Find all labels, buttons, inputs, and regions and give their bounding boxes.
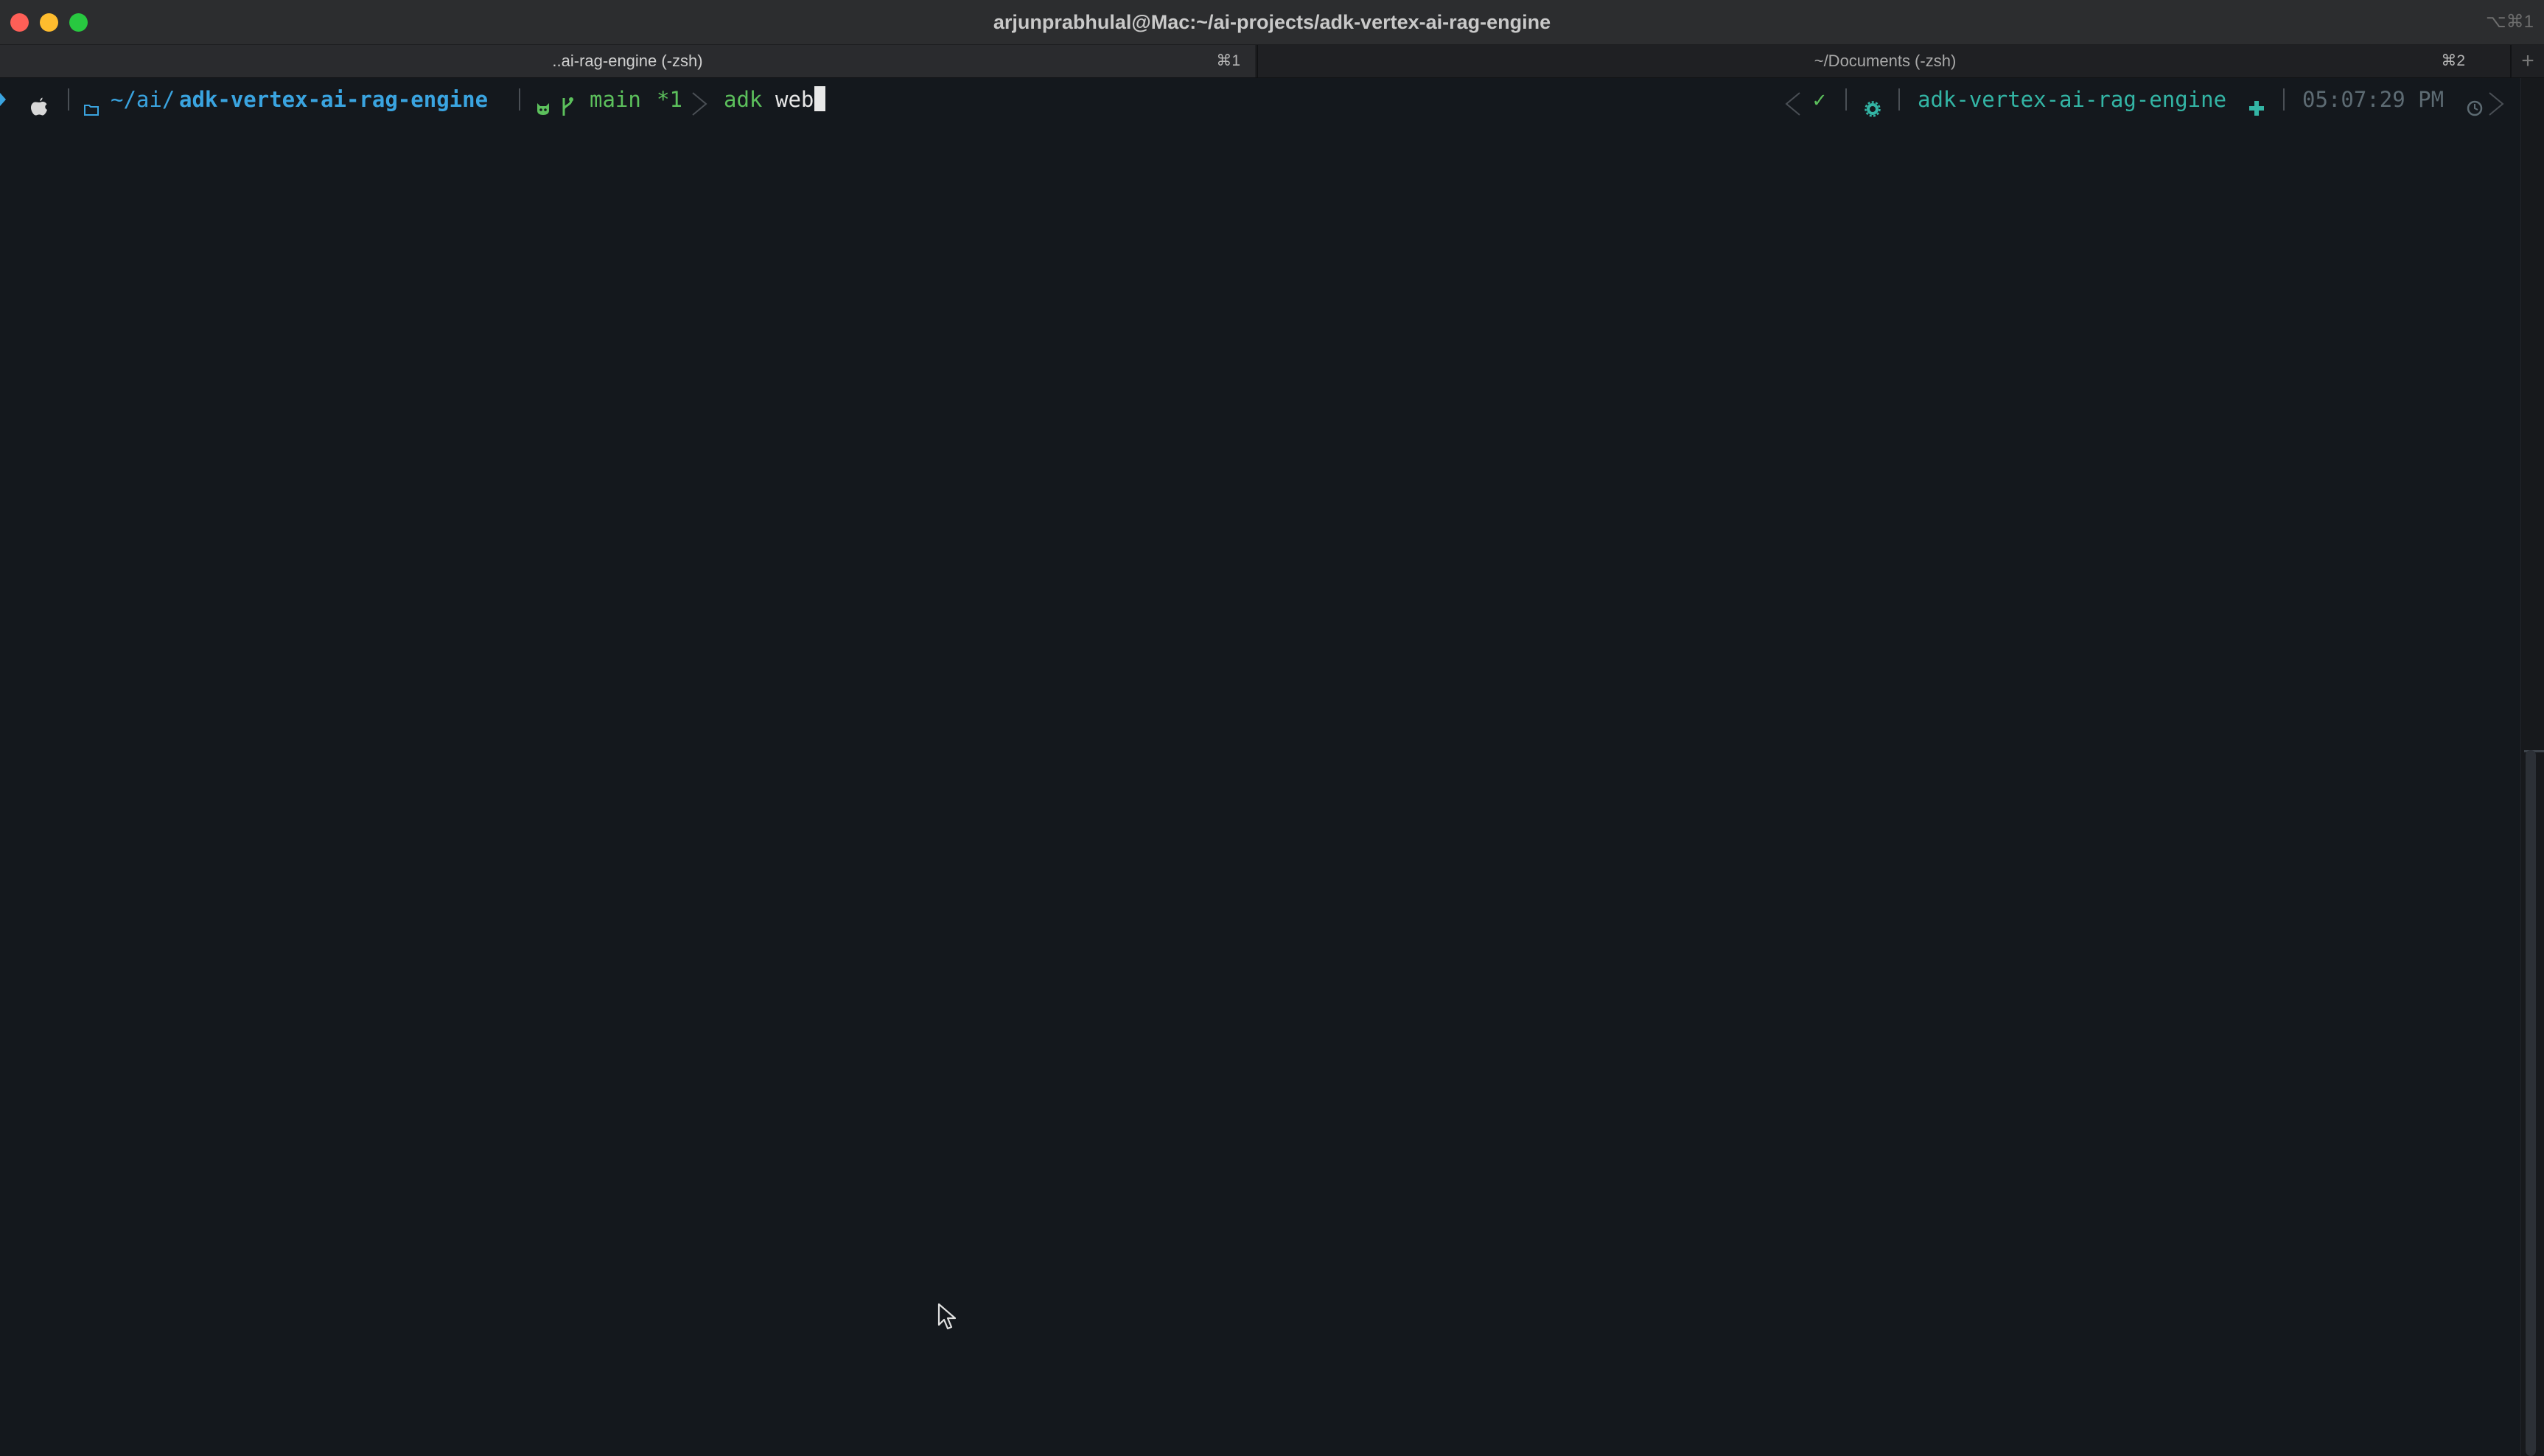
tab-rag-engine[interactable]: ..ai-rag-engine (-zsh) ⌘1 — [0, 45, 1255, 77]
tab-bar: ..ai-rag-engine (-zsh) ⌘1 ~/Documents (-… — [0, 45, 2544, 78]
clock-icon — [2467, 100, 2483, 116]
command-name: adk — [724, 87, 763, 112]
prompt-time: 05:07:29 PM — [2302, 87, 2445, 112]
title-bar[interactable]: arjunprabhulal@Mac:~/ai-projects/adk-ver… — [0, 0, 2544, 45]
segment-chevron-icon — [692, 92, 707, 116]
command-arg: web — [775, 87, 814, 112]
virtualenv-name: adk-vertex-ai-rag-engine — [1918, 87, 2227, 112]
command-input[interactable]: web — [775, 83, 826, 116]
window-shortcut: ⌥⌘1 — [2485, 12, 2534, 32]
new-tab-button[interactable]: + — [2510, 45, 2544, 77]
apple-icon — [31, 97, 47, 116]
terminal-content[interactable]: ~/ai/ adk-vertex-ai-rag-engine main *1 a… — [0, 78, 2520, 1456]
scrollbar-thumb[interactable] — [2526, 750, 2536, 1456]
segment-divider — [1898, 88, 1900, 111]
tab-label: ..ai-rag-engine (-zsh) — [552, 52, 703, 70]
tab-documents[interactable]: ~/Documents (-zsh) ⌘2 — [1257, 45, 2512, 77]
git-branch-icon — [562, 97, 573, 116]
gear-icon — [1865, 101, 1881, 117]
python-icon — [2249, 101, 2264, 116]
segment-chevron-icon — [2489, 92, 2504, 116]
git-branch: main — [590, 87, 641, 112]
folder-icon — [84, 105, 99, 116]
git-status: *1 — [657, 87, 682, 112]
prompt-start-marker-icon — [0, 93, 6, 106]
github-icon — [537, 103, 549, 115]
segment-divider — [1845, 88, 1847, 111]
text-cursor — [814, 86, 826, 111]
dir-name: adk-vertex-ai-rag-engine — [179, 87, 489, 112]
segment-chevron-left-icon — [1785, 92, 1800, 116]
window-title: arjunprabhulal@Mac:~/ai-projects/adk-ver… — [993, 11, 1551, 33]
tab-label: ~/Documents (-zsh) — [1814, 52, 1957, 70]
terminal-window: arjunprabhulal@Mac:~/ai-projects/adk-ver… — [0, 0, 2544, 1456]
tab-shortcut: ⌘2 — [2441, 52, 2465, 69]
mouse-pointer-icon — [937, 1303, 957, 1330]
status-ok-icon: ✓ — [1813, 87, 1826, 112]
segment-divider — [2283, 88, 2285, 111]
segment-divider — [519, 88, 520, 111]
dir-prefix: ~/ai/ — [111, 87, 175, 112]
right-prompt: ✓ adk-vertex-ai-rag-engine 05:07:29 PM — [1783, 83, 2506, 117]
segment-divider — [68, 88, 69, 111]
tab-shortcut: ⌘1 — [1216, 52, 1240, 69]
